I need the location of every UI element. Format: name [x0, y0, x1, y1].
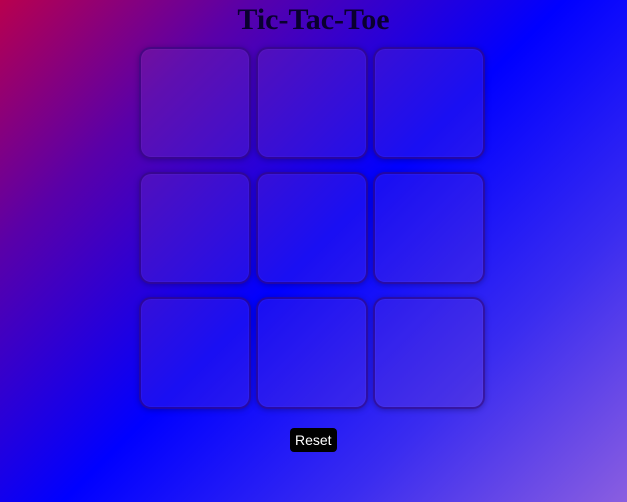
game-page: { "title": "Tic-Tac-Toe", "board": { "ce…	[0, 0, 627, 502]
board-cell-3[interactable]	[373, 47, 485, 159]
reset-button[interactable]: Reset	[290, 428, 337, 452]
board-cell-7[interactable]	[139, 297, 251, 409]
board-cell-1[interactable]	[139, 47, 251, 159]
board-cell-5[interactable]	[256, 172, 368, 284]
game-board	[139, 47, 485, 410]
board-cell-6[interactable]	[373, 172, 485, 284]
board-cell-9[interactable]	[373, 297, 485, 409]
game-title: Tic-Tac-Toe	[237, 3, 390, 36]
board-cell-4[interactable]	[139, 172, 251, 284]
board-cell-8[interactable]	[256, 297, 368, 409]
board-cell-2[interactable]	[256, 47, 368, 159]
